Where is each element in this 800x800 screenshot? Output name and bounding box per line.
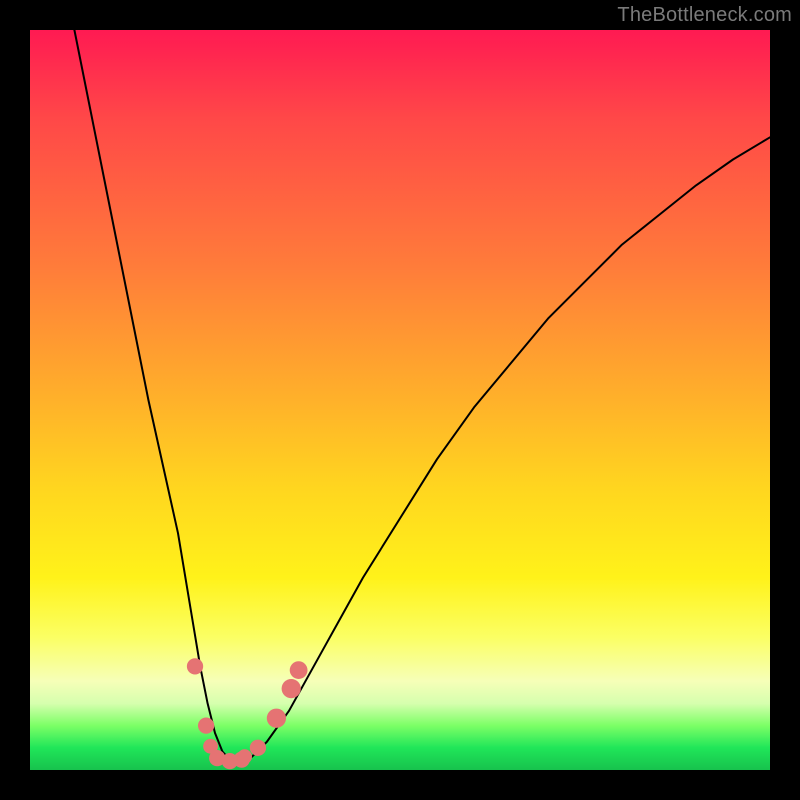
data-marker [267,709,286,728]
chart-frame: TheBottleneck.com [0,0,800,800]
data-markers [187,658,308,769]
watermark-text: TheBottleneck.com [617,4,792,27]
data-marker [282,679,301,698]
chart-svg [30,30,770,770]
data-marker [290,661,308,679]
plot-area [30,30,770,770]
bottleneck-curve [74,30,770,761]
data-marker [250,740,266,756]
data-marker [187,658,203,674]
data-marker [198,717,214,733]
data-marker [237,749,252,764]
